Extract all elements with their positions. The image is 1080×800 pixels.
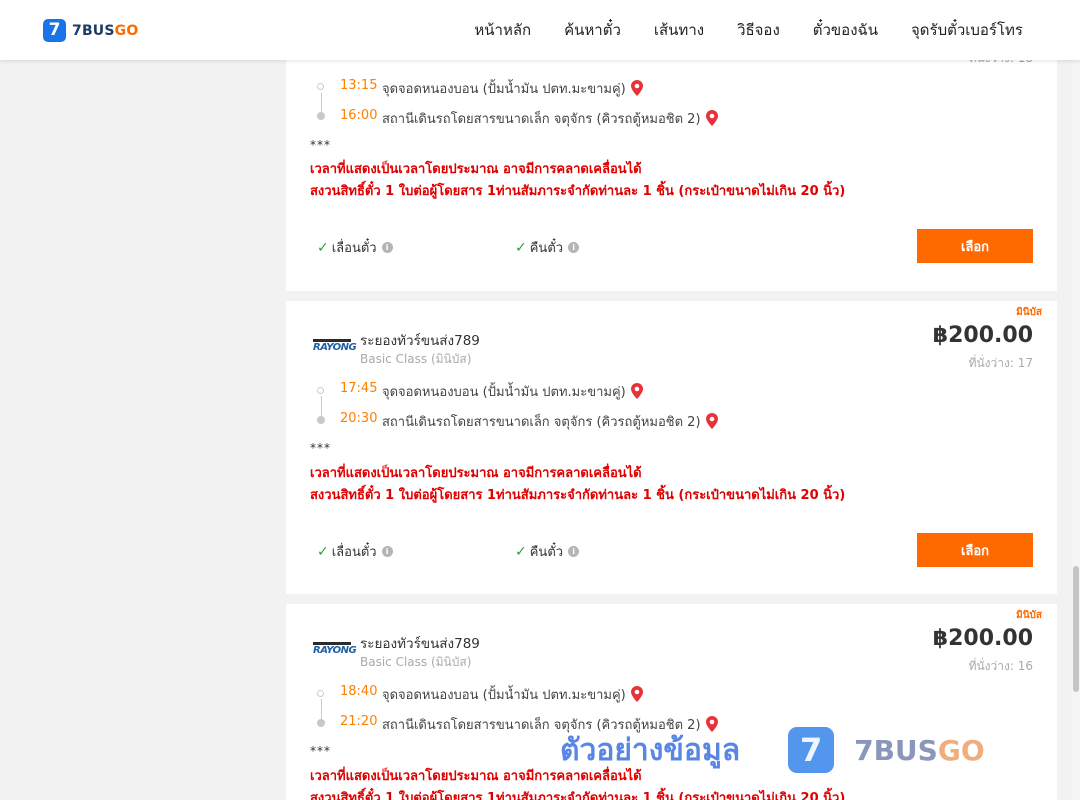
logo-text: 7BUSGO [72,22,139,39]
nav-pickup-points[interactable]: จุดรับตั๋วเบอร์โทร [911,18,1023,42]
feature-label: เลื่อนตั๋ว [331,545,377,560]
departure-stop: จุดจอดหนองบอน (ปั้มน้ำมัน ปตท.มะขามคู่) [382,684,643,705]
operator-name: ระยองทัวร์ขนส่ง789 [360,333,480,349]
operator-name: ระยองทัวร์ขนส่ง789 [360,636,480,652]
info-icon[interactable]: i [568,242,580,253]
departure-stop-label: จุดจอดหนองบอน (ปั้มน้ำมัน ปตท.มะขามคู่) [382,82,626,97]
feature-label: เลื่อนตั๋ว [331,241,377,256]
select-button[interactable]: เลือก [917,533,1033,567]
nav-routes[interactable]: เส้นทาง [654,18,704,42]
departure-dot [317,387,324,394]
operator-logo: RAYONG [313,339,357,355]
arrival-dot [317,112,325,120]
vehicle-type-badge: มินิบัส [1016,610,1042,621]
site-header: 7 7BUSGO หน้าหลัก ค้นหาตั๋ว เส้นทาง วิธี… [0,0,1080,60]
notice-line-2: สงวนสิทธิ์ตั๋ว 1 ใบต่อผู้โดยสาร 1ท่านสัม… [310,791,846,800]
seats-available: ที่นั่งว่าง: 17 [968,356,1033,370]
arrival-stop-label: สถานีเดินรถโดยสารขนาดเล็ก จตุจักร (คิวรถ… [382,112,701,127]
nav-home[interactable]: หน้าหลัก [474,18,531,42]
note-marker: *** [310,744,331,758]
check-icon: ✓ [317,239,329,256]
ticket-price: ฿200.00 [932,626,1033,651]
departure-dot [317,690,324,697]
notice-line-1: เวลาที่แสดงเป็นเวลาโดยประมาณ อาจมีการคลา… [310,769,642,784]
departure-stop-label: จุดจอดหนองบอน (ปั้มน้ำมัน ปตท.มะขามคู่) [382,688,626,703]
arrival-time: 21:20 [340,714,378,729]
arrival-stop-label: สถานีเดินรถโดยสารขนาดเล็ก จตุจักร (คิวรถ… [382,718,701,733]
arrival-dot [317,719,325,727]
departure-stop: จุดจอดหนองบอน (ปั้มน้ำมัน ปตท.มะขามคู่) [382,78,643,99]
arrival-stop: สถานีเดินรถโดยสารขนาดเล็ก จตุจักร (คิวรถ… [382,108,718,129]
feature-reschedule: ✓ เลื่อนตั๋ว i [317,237,393,258]
departure-time: 13:15 [340,78,378,93]
select-button[interactable]: เลือก [917,229,1033,263]
map-pin-icon[interactable] [705,110,718,126]
feature-refund: ✓ คืนตั๋ว i [515,237,580,258]
note-marker: *** [310,441,331,455]
logo-mark-icon: 7 [43,19,66,42]
notice-line-2: สงวนสิทธิ์ตั๋ว 1 ใบต่อผู้โดยสาร 1ท่านสัม… [310,184,846,199]
seats-available: ที่นั่งว่าง: 16 [968,659,1033,673]
notice-line-1: เวลาที่แสดงเป็นเวลาโดยประมาณ อาจมีการคลา… [310,466,642,481]
feature-refund: ✓ คืนตั๋ว i [515,541,580,562]
arrival-stop: สถานีเดินรถโดยสารขนาดเล็ก จตุจักร (คิวรถ… [382,714,718,735]
map-pin-icon[interactable] [630,686,643,702]
operator-logo: RAYONG [313,642,357,658]
service-class: Basic Class (มินิบัส) [360,352,472,366]
feature-label: คืนตั๋ว [529,545,564,560]
ticket-price: ฿200.00 [932,323,1033,348]
map-pin-icon[interactable] [705,413,718,429]
notice-line-2: สงวนสิทธิ์ตั๋ว 1 ใบต่อผู้โดยสาร 1ท่านสัม… [310,488,846,503]
departure-stop-label: จุดจอดหนองบอน (ปั้มน้ำมัน ปตท.มะขามคู่) [382,385,626,400]
check-icon: ✓ [515,239,527,256]
feature-label: คืนตั๋ว [529,241,564,256]
arrival-time: 20:30 [340,411,378,426]
map-pin-icon[interactable] [630,80,643,96]
vehicle-type-badge: มินิบัส [1016,307,1042,318]
arrival-dot [317,416,325,424]
map-pin-icon[interactable] [630,383,643,399]
main-nav: หน้าหลัก ค้นหาตั๋ว เส้นทาง วิธีจอง ตั๋วข… [441,0,1023,60]
note-marker: *** [310,138,331,152]
service-class: Basic Class (มินิบัส) [360,655,472,669]
arrival-time: 16:00 [340,108,378,123]
check-icon: ✓ [317,543,329,560]
nav-search-ticket[interactable]: ค้นหาตั๋ว [564,18,621,42]
info-icon[interactable]: i [568,546,580,557]
site-logo[interactable]: 7 7BUSGO [43,19,138,42]
notice-line-1: เวลาที่แสดงเป็นเวลาโดยประมาณ อาจมีการคลา… [310,162,642,177]
nav-how-to-book[interactable]: วิธีจอง [737,18,780,42]
departure-time: 17:45 [340,381,378,396]
info-icon[interactable]: i [381,546,393,557]
departure-dot [317,83,324,90]
info-icon[interactable]: i [381,242,393,253]
nav-my-tickets[interactable]: ตั๋วของฉัน [813,18,878,42]
arrival-stop: สถานีเดินรถโดยสารขนาดเล็ก จตุจักร (คิวรถ… [382,411,718,432]
feature-reschedule: ✓ เลื่อนตั๋ว i [317,541,393,562]
scrollbar-thumb[interactable] [1073,566,1079,692]
trip-card: มินิบัส RAYONG ระยองทัวร์ขนส่ง789 Basic … [286,301,1057,594]
arrival-stop-label: สถานีเดินรถโดยสารขนาดเล็ก จตุจักร (คิวรถ… [382,415,701,430]
trip-card: มินิบัส RAYONG ระยองทัวร์ขนส่ง789 Basic … [286,604,1057,800]
map-pin-icon[interactable] [705,716,718,732]
check-icon: ✓ [515,543,527,560]
departure-time: 18:40 [340,684,378,699]
departure-stop: จุดจอดหนองบอน (ปั้มน้ำมัน ปตท.มะขามคู่) [382,381,643,402]
